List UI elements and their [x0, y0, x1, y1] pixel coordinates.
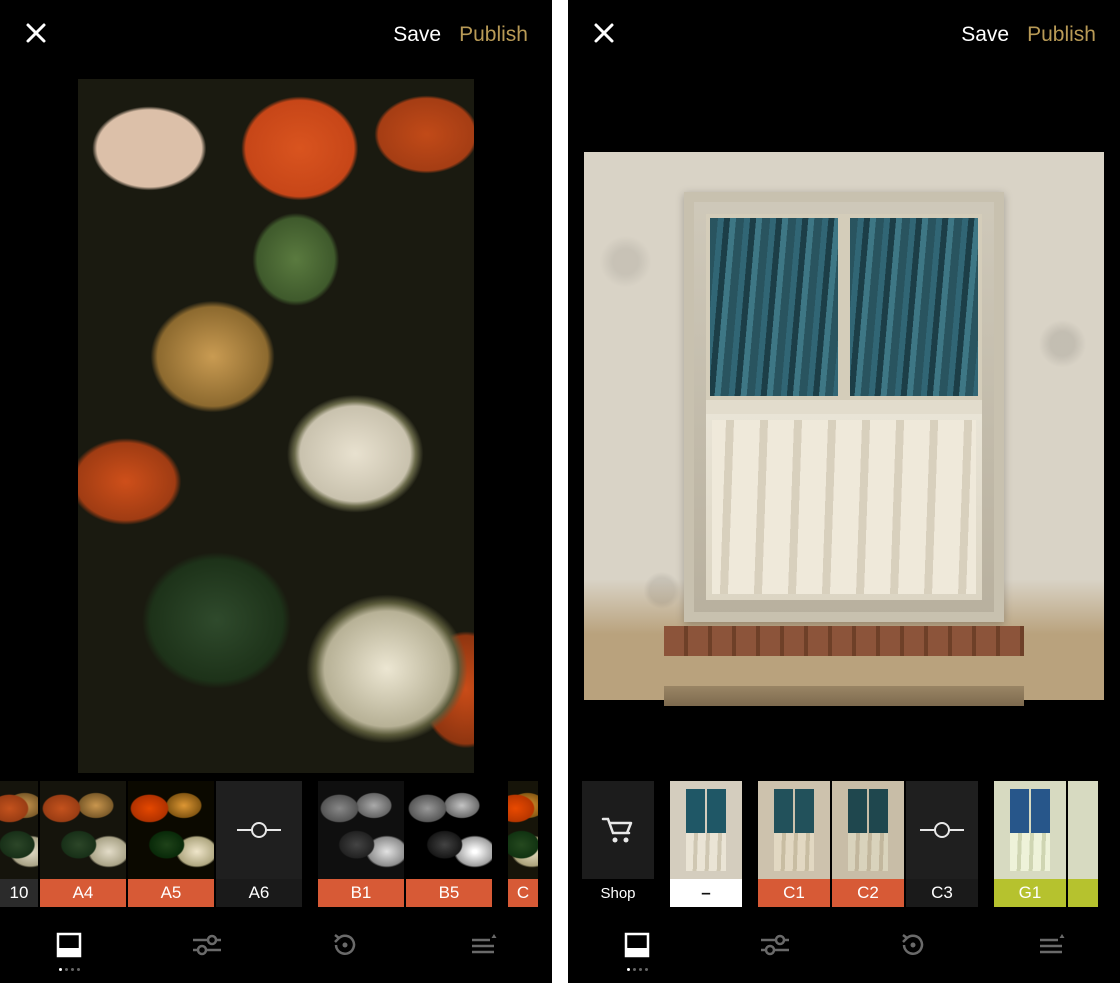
preset-tile[interactable]	[1068, 781, 1098, 907]
preset-label	[1068, 879, 1098, 907]
editor-screen-left: Save Publish 10 A4 A5 A6 B1 B5	[0, 0, 552, 983]
shop-button[interactable]: Shop	[582, 781, 654, 907]
preset-tile[interactable]: C1	[758, 781, 830, 907]
preset-label: B1	[318, 879, 404, 907]
close-icon[interactable]	[592, 21, 616, 50]
top-bar: Save Publish	[568, 0, 1120, 70]
preset-tile-none[interactable]: –	[670, 781, 742, 907]
bottom-nav	[0, 907, 552, 983]
shop-label: Shop	[582, 879, 654, 907]
photo-preview	[584, 152, 1104, 700]
preset-thumb	[318, 781, 404, 879]
preset-intensity-tile[interactable]: A6	[216, 781, 302, 907]
preset-thumb	[406, 781, 492, 879]
history-tab-icon[interactable]	[893, 925, 933, 965]
preset-label: C1	[758, 879, 830, 907]
preset-strip[interactable]: 10 A4 A5 A6 B1 B5 C	[0, 781, 552, 907]
preset-tile[interactable]: C	[508, 781, 538, 907]
photo-preview	[78, 79, 474, 773]
preset-label: A5	[128, 879, 214, 907]
preset-intensity-tile[interactable]: C3	[906, 781, 978, 907]
preset-thumb	[758, 781, 830, 879]
editor-screen-right: Save Publish Shop – C1	[568, 0, 1120, 983]
preset-tile[interactable]: C2	[832, 781, 904, 907]
preset-label: 10	[0, 879, 38, 907]
preset-label: C3	[906, 879, 978, 907]
adjust-tab-icon[interactable]	[187, 925, 227, 965]
close-icon[interactable]	[24, 21, 48, 50]
preset-tile[interactable]: 10	[0, 781, 38, 907]
preset-label: A6	[216, 879, 302, 907]
preset-tile[interactable]: A4	[40, 781, 126, 907]
bottom-nav	[568, 907, 1120, 983]
preset-tile[interactable]: B1	[318, 781, 404, 907]
preset-tile[interactable]: G1	[994, 781, 1066, 907]
history-tab-icon[interactable]	[325, 925, 365, 965]
preset-thumb	[1068, 781, 1098, 879]
preset-strip[interactable]: Shop – C1 C2 C3 G1	[568, 781, 1120, 907]
preset-thumb	[832, 781, 904, 879]
recipe-tab-icon[interactable]	[463, 925, 503, 965]
publish-button[interactable]: Publish	[1027, 23, 1096, 47]
preset-tile[interactable]: B5	[406, 781, 492, 907]
preset-thumb	[670, 781, 742, 879]
photo-preview-area[interactable]	[568, 70, 1120, 781]
preset-label: C2	[832, 879, 904, 907]
publish-button[interactable]: Publish	[459, 23, 528, 47]
preset-label: G1	[994, 879, 1066, 907]
preset-label: B5	[406, 879, 492, 907]
preset-label: A4	[40, 879, 126, 907]
preset-tile[interactable]: A5	[128, 781, 214, 907]
preset-thumb	[0, 781, 38, 879]
adjust-tab-icon[interactable]	[755, 925, 795, 965]
presets-tab-icon[interactable]	[49, 925, 89, 965]
preset-thumb	[994, 781, 1066, 879]
slider-icon	[906, 781, 978, 879]
preset-thumb	[508, 781, 538, 879]
save-button[interactable]: Save	[961, 23, 1009, 47]
presets-tab-icon[interactable]	[617, 925, 657, 965]
preset-thumb	[40, 781, 126, 879]
preset-label: C	[508, 879, 538, 907]
preset-thumb	[128, 781, 214, 879]
photo-preview-area[interactable]	[0, 70, 552, 781]
slider-icon	[216, 781, 302, 879]
cart-icon	[582, 781, 654, 879]
recipe-tab-icon[interactable]	[1031, 925, 1071, 965]
save-button[interactable]: Save	[393, 23, 441, 47]
preset-label: –	[670, 879, 742, 907]
top-bar: Save Publish	[0, 0, 552, 70]
